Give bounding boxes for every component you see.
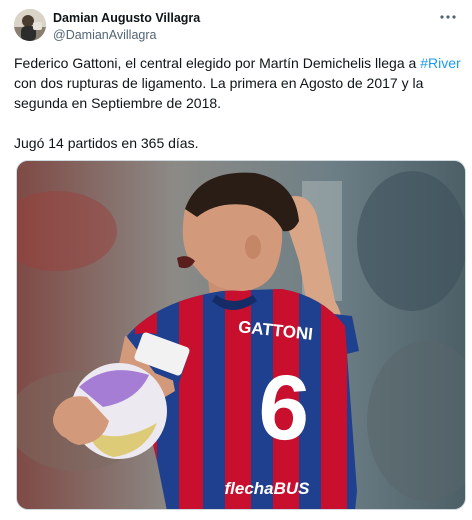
shirt-number: 6 (255, 355, 313, 460)
sponsor-logo: flechaBUS (224, 479, 310, 498)
tweet-paragraph-1: Federico Gattoni, el central elegido por… (14, 53, 462, 113)
more-horizontal-icon (440, 15, 456, 19)
tweet-card: Damian Augusto Villagra @DamianAvillagra… (0, 0, 472, 520)
hashtag-link[interactable]: #River (420, 55, 460, 71)
author-block: Damian Augusto Villagra @DamianAvillagra (53, 10, 200, 43)
avatar-photo-icon (14, 9, 46, 41)
player-photo: GATTONI 6 flechaBUS (17, 161, 465, 509)
text-segment: con dos rupturas de ligamento. La primer… (14, 75, 424, 111)
tweet-text: Federico Gattoni, el central elegido por… (14, 53, 462, 153)
tweet-paragraph-2: Jugó 14 partidos en 365 días. (14, 135, 199, 151)
user-handle[interactable]: @DamianAvillagra (53, 27, 200, 43)
display-name[interactable]: Damian Augusto Villagra (53, 10, 200, 26)
text-segment: Federico Gattoni, el central elegido por… (14, 55, 421, 71)
tweet-media-photo[interactable]: GATTONI 6 flechaBUS (16, 160, 466, 510)
avatar[interactable] (14, 9, 46, 41)
more-options-button[interactable] (438, 8, 458, 26)
